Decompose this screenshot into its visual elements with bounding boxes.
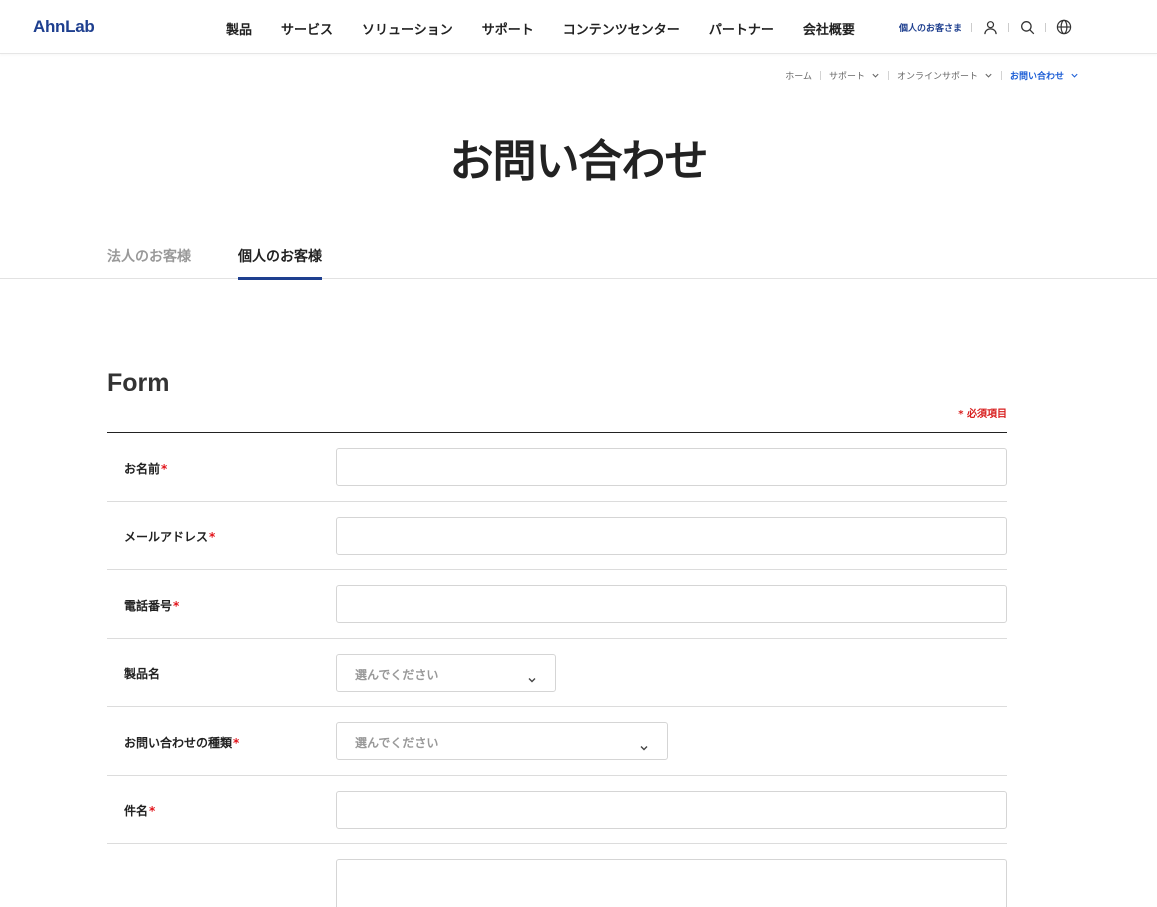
required-star: * (149, 804, 156, 818)
phone-label: 電話番号* (124, 597, 179, 614)
subject-label-text: 件名 (124, 804, 149, 818)
breadcrumb-online-support-label: オンラインサポート (896, 72, 978, 82)
global-nav: 製品 サービス ソリューション サポート コンテンツセンター パートナー 会社概… (226, 19, 884, 38)
nav-item-partner[interactable]: パートナー (709, 19, 774, 38)
subject-label: 件名* (124, 802, 155, 819)
user-icon[interactable] (981, 18, 999, 36)
breadcrumb-home[interactable]: ホーム (785, 69, 812, 82)
form-row-name: お名前* (107, 433, 1007, 502)
breadcrumb-support-label: サポート (828, 72, 865, 82)
product-label: 製品名 (124, 667, 161, 681)
breadcrumb: ホーム サポート オンラインサポート お問い合わせ (785, 69, 1079, 82)
subject-input[interactable] (336, 791, 1007, 829)
tab-personal[interactable]: 個人のお客様 (238, 246, 322, 280)
required-star: * (209, 530, 216, 544)
form-row-product: 製品名 選んでください (107, 639, 1007, 707)
required-star: * (161, 462, 168, 476)
page-title: お問い合わせ (449, 136, 709, 187)
chevron-down-icon (984, 71, 993, 80)
ahnlab-logo[interactable]: AhnLab (33, 17, 95, 37)
required-note: * 必須項目 (958, 409, 1007, 420)
nav-item-services[interactable]: サービス (281, 19, 333, 38)
phone-label-text: 電話番号 (124, 599, 173, 613)
inquiry-type-select[interactable]: 選んでください (336, 722, 668, 760)
required-star: * (173, 599, 180, 613)
breadcrumb-online-support[interactable]: オンラインサポート (897, 69, 993, 82)
nav-item-solutions[interactable]: ソリューション (362, 19, 453, 38)
form-row-subject: 件名* (107, 776, 1007, 844)
divider (1008, 22, 1009, 32)
name-label: お名前* (124, 460, 167, 477)
name-label-text: お名前 (124, 462, 161, 476)
phone-input[interactable] (336, 585, 1007, 623)
inquiry-type-label-text: お問い合わせの種類 (124, 736, 233, 750)
form-row-content (107, 844, 1007, 907)
breadcrumb-support[interactable]: サポート (829, 69, 880, 82)
breadcrumb-inquiry[interactable]: お問い合わせ (1010, 69, 1079, 82)
chevron-down-icon (527, 669, 537, 683)
name-input[interactable] (336, 448, 1007, 486)
divider (819, 71, 821, 80)
globe-icon[interactable] (1055, 18, 1073, 36)
chevron-down-icon (1070, 71, 1079, 80)
email-label: メールアドレス* (124, 528, 215, 545)
utility-menu: 個人のお客さま (899, 18, 1073, 36)
product-select[interactable]: 選んでください (336, 654, 556, 692)
email-input[interactable] (336, 517, 1007, 555)
required-star: * (233, 736, 240, 750)
divider (1045, 22, 1046, 32)
nav-item-support[interactable]: サポート (482, 19, 534, 38)
site-header: AhnLab 製品 サービス ソリューション サポート コンテンツセンター パー… (0, 0, 1157, 54)
nav-item-products[interactable]: 製品 (226, 19, 252, 38)
breadcrumb-inquiry-label: お問い合わせ (1009, 72, 1064, 82)
tab-corporate[interactable]: 法人のお客様 (107, 246, 191, 277)
inquiry-type-select-value: 選んでください (355, 736, 439, 750)
divider (1000, 71, 1002, 80)
inquiry-type-label: お問い合わせの種類* (124, 734, 239, 751)
email-label-text: メールアドレス (124, 530, 209, 544)
form-row-email: メールアドレス* (107, 502, 1007, 570)
search-icon[interactable] (1018, 18, 1036, 36)
nav-item-content-center[interactable]: コンテンツセンター (563, 19, 680, 38)
divider (971, 22, 972, 32)
customer-tabs: 法人のお客様 個人のお客様 (0, 240, 1157, 280)
form-title: Form (107, 369, 170, 397)
product-select-value: 選んでください (355, 668, 439, 682)
chevron-down-icon (871, 71, 880, 80)
content-textarea[interactable] (336, 859, 1007, 907)
nav-item-company[interactable]: 会社概要 (803, 19, 855, 38)
divider (887, 71, 889, 80)
form-row-phone: 電話番号* (107, 570, 1007, 639)
chevron-down-icon (639, 737, 649, 751)
personal-customer-link[interactable]: 個人のお客さま (899, 21, 962, 34)
form-row-inquiry-type: お問い合わせの種類* 選んでください (107, 707, 1007, 776)
